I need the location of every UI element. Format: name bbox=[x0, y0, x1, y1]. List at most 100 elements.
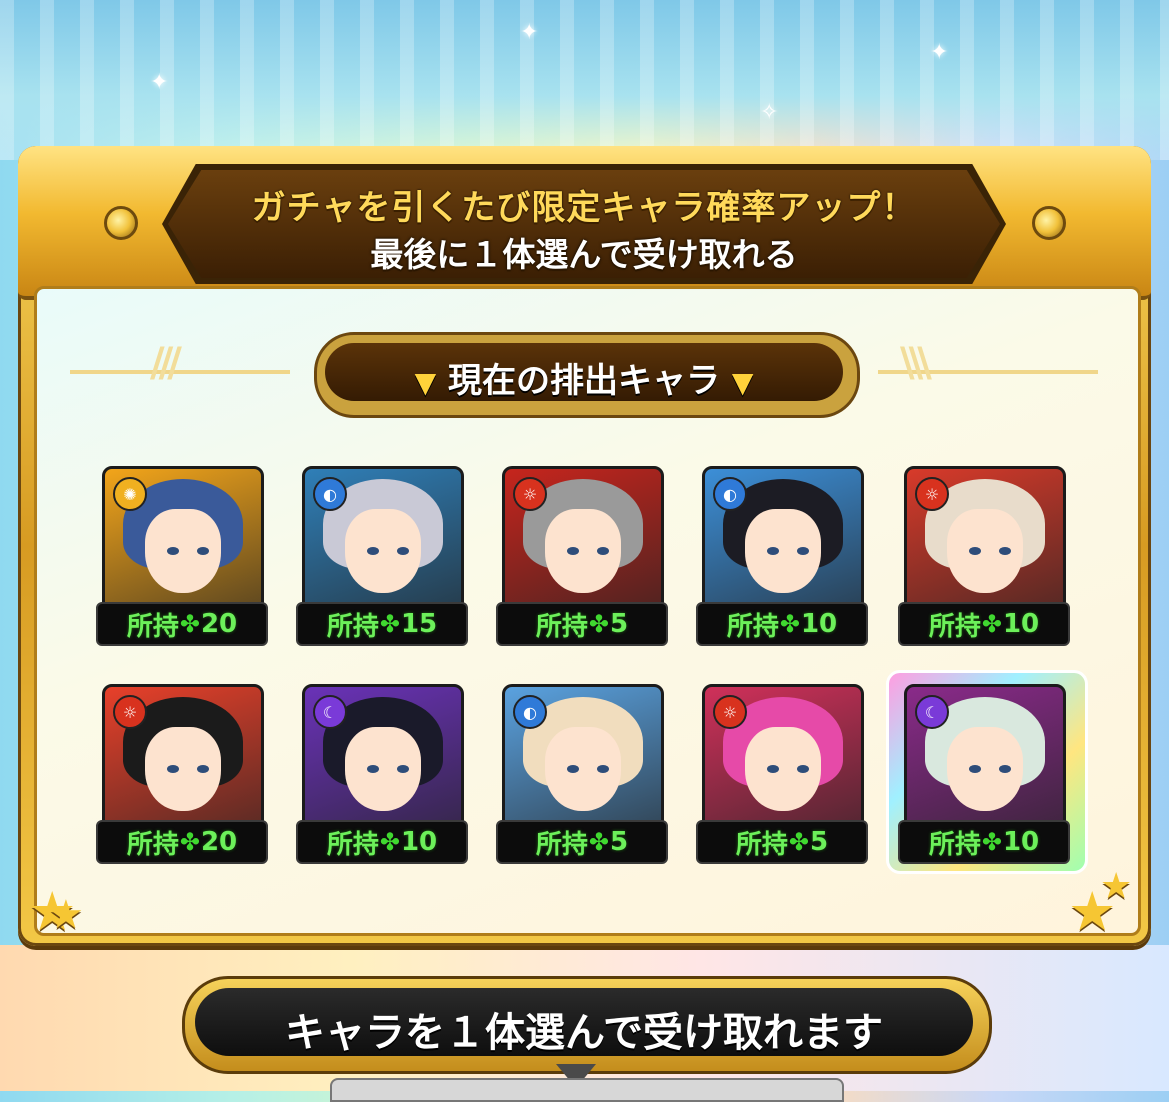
bottom-tab bbox=[330, 1078, 844, 1102]
banner-headline: ガチャを引くたび限定キャラ確率アップ！ bbox=[251, 188, 917, 228]
rivet-icon bbox=[1032, 206, 1066, 240]
owned-count: 20 bbox=[200, 609, 238, 639]
character-eye bbox=[397, 547, 409, 555]
owned-count: 20 bbox=[200, 827, 238, 857]
owned-count: 5 bbox=[810, 827, 829, 857]
character-card[interactable]: ◐ 所持 ✤ 5 bbox=[496, 684, 668, 864]
character-card[interactable]: ☼ 所持 ✤ 5 bbox=[496, 466, 668, 646]
attribute-icon: ☾ bbox=[313, 695, 347, 729]
character-portrait: ☼ bbox=[102, 684, 264, 830]
owned-count: 10 bbox=[1002, 609, 1040, 639]
section-pill: ▼ 現在の排出キャラ ▼ bbox=[325, 343, 843, 401]
character-eye bbox=[197, 765, 209, 773]
character-eye bbox=[797, 547, 809, 555]
panel-header: ガチャを引くたび限定キャラ確率アップ！ 最後に１体選んで受け取れる bbox=[18, 146, 1151, 300]
owned-count-badge: 所持 ✤ 5 bbox=[496, 602, 668, 646]
character-portrait: ☼ bbox=[702, 684, 864, 830]
character-eye bbox=[969, 765, 981, 773]
rivet-icon bbox=[104, 206, 138, 240]
character-eye bbox=[999, 547, 1011, 555]
character-card[interactable]: ☼ 所持 ✤ 20 bbox=[96, 684, 268, 864]
attribute-icon: ✺ bbox=[113, 477, 147, 511]
character-eye bbox=[999, 765, 1011, 773]
triangle-down-icon: ▼ bbox=[731, 366, 754, 399]
character-face bbox=[345, 509, 421, 593]
character-eye bbox=[567, 547, 579, 555]
character-portrait: ☾ bbox=[904, 684, 1066, 830]
character-face bbox=[545, 509, 621, 593]
divider bbox=[70, 370, 290, 374]
character-eye bbox=[767, 765, 779, 773]
character-eye bbox=[397, 765, 409, 773]
chevron-left-icon: \\\ bbox=[900, 340, 932, 386]
sparkle-icon: ✦ bbox=[520, 20, 539, 45]
attribute-icon: ☼ bbox=[113, 695, 147, 729]
chevron-right-icon: /// bbox=[150, 340, 182, 386]
attribute-icon: ☾ bbox=[915, 695, 949, 729]
attribute-icon: ◐ bbox=[713, 477, 747, 511]
character-eye bbox=[367, 765, 379, 773]
attribute-icon: ◐ bbox=[313, 477, 347, 511]
owned-count-badge: 所持 ✤ 5 bbox=[696, 820, 868, 864]
owned-count: 5 bbox=[610, 609, 629, 639]
banner-subline: 最後に１体選んで受け取れる bbox=[370, 235, 798, 274]
sparkle-icon: ✦ bbox=[930, 40, 949, 65]
clover-icon: ✤ bbox=[981, 828, 1002, 856]
character-card[interactable]: ☾ 所持 ✤ 10 bbox=[898, 684, 1070, 864]
character-card[interactable]: ☾ 所持 ✤ 10 bbox=[296, 684, 468, 864]
sparkle-icon: ✦ bbox=[150, 70, 169, 95]
owned-count-badge: 所持 ✤ 15 bbox=[296, 602, 468, 646]
owned-label: 所持 bbox=[535, 611, 588, 642]
owned-label: 所持 bbox=[535, 829, 588, 860]
clover-icon: ✤ bbox=[779, 610, 800, 638]
owned-label: 所持 bbox=[928, 829, 981, 860]
character-card[interactable]: ☼ 所持 ✤ 10 bbox=[898, 466, 1070, 646]
owned-count-badge: 所持 ✤ 10 bbox=[898, 820, 1070, 864]
owned-label: 所持 bbox=[735, 829, 788, 860]
character-portrait: ☼ bbox=[502, 466, 664, 612]
owned-count-badge: 所持 ✤ 20 bbox=[96, 602, 268, 646]
owned-count: 5 bbox=[610, 827, 629, 857]
character-eye bbox=[167, 547, 179, 555]
owned-label: 所持 bbox=[326, 829, 379, 860]
character-face bbox=[745, 727, 821, 811]
clover-icon: ✤ bbox=[379, 610, 400, 638]
character-eye bbox=[197, 547, 209, 555]
select-character-button-inner: キャラを１体選んで受け取れます bbox=[195, 988, 973, 1056]
character-portrait: ◐ bbox=[702, 466, 864, 612]
section-title-text: 現在の排出キャラ bbox=[448, 361, 720, 401]
character-portrait: ◐ bbox=[302, 466, 464, 612]
character-eye bbox=[969, 547, 981, 555]
character-card[interactable]: ✺ 所持 ✤ 20 bbox=[96, 466, 268, 646]
owned-label: 所持 bbox=[126, 611, 179, 642]
character-card[interactable]: ◐ 所持 ✤ 15 bbox=[296, 466, 468, 646]
character-face bbox=[345, 727, 421, 811]
owned-label: 所持 bbox=[928, 611, 981, 642]
character-portrait: ◐ bbox=[502, 684, 664, 830]
character-eye bbox=[367, 547, 379, 555]
triangle-down-icon: ▼ bbox=[414, 366, 437, 399]
clover-icon: ✤ bbox=[981, 610, 1002, 638]
owned-count: 10 bbox=[1002, 827, 1040, 857]
character-eye bbox=[797, 765, 809, 773]
character-portrait: ☼ bbox=[904, 466, 1066, 612]
character-card[interactable]: ◐ 所持 ✤ 10 bbox=[696, 466, 868, 646]
section-title: ▼ 現在の排出キャラ ▼ bbox=[325, 353, 843, 402]
owned-count: 10 bbox=[800, 609, 838, 639]
character-card[interactable]: ☼ 所持 ✤ 5 bbox=[696, 684, 868, 864]
character-face bbox=[145, 727, 221, 811]
clover-icon: ✤ bbox=[179, 828, 200, 856]
clover-icon: ✤ bbox=[788, 828, 810, 856]
clover-icon: ✤ bbox=[588, 828, 610, 856]
sparkle-icon: ✧ bbox=[760, 100, 779, 125]
owned-count-badge: 所持 ✤ 5 bbox=[496, 820, 668, 864]
character-portrait: ✺ bbox=[102, 466, 264, 612]
character-face bbox=[145, 509, 221, 593]
select-character-button[interactable]: キャラを１体選んで受け取れます bbox=[182, 976, 992, 1074]
character-eye bbox=[597, 765, 609, 773]
clover-icon: ✤ bbox=[588, 610, 610, 638]
character-face bbox=[947, 509, 1023, 593]
attribute-icon: ☼ bbox=[513, 477, 547, 511]
owned-count-badge: 所持 ✤ 20 bbox=[96, 820, 268, 864]
star-icon: ★ bbox=[1100, 866, 1133, 907]
